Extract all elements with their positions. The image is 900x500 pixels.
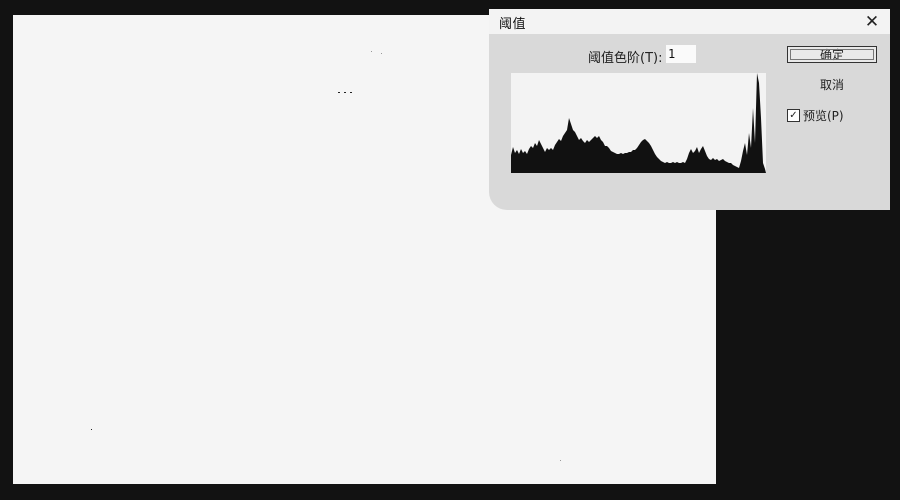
histogram[interactable] — [511, 73, 766, 173]
threshold-dialog: 阈值 ✕ 阈值色阶(T): 确定 取消 ✓ 预览(P) — [489, 9, 890, 210]
preview-checkbox[interactable]: ✓ — [787, 109, 800, 122]
canvas-speck — [560, 460, 561, 461]
dialog-title: 阈值 — [499, 17, 527, 32]
close-button[interactable]: ✕ — [854, 9, 890, 34]
dialog-titlebar[interactable]: 阈值 ✕ — [489, 9, 890, 34]
checkmark-icon: ✓ — [789, 109, 798, 121]
cancel-button[interactable]: 取消 — [787, 76, 877, 93]
canvas-speck — [338, 92, 340, 93]
histogram-fill — [511, 73, 766, 173]
threshold-level-label: 阈值色阶(T): — [588, 51, 663, 66]
close-icon: ✕ — [864, 11, 880, 32]
canvas-speck — [371, 51, 372, 52]
canvas-speck — [344, 92, 346, 93]
canvas-speck — [381, 53, 382, 54]
canvas-speck — [350, 92, 352, 93]
preview-label: 预览(P) — [803, 109, 844, 123]
ok-button[interactable]: 确定 — [787, 46, 877, 63]
canvas-speck — [91, 429, 92, 430]
histogram-graph — [511, 73, 766, 173]
threshold-level-input[interactable] — [666, 45, 696, 63]
preview-option[interactable]: ✓ 预览(P) — [787, 107, 844, 124]
